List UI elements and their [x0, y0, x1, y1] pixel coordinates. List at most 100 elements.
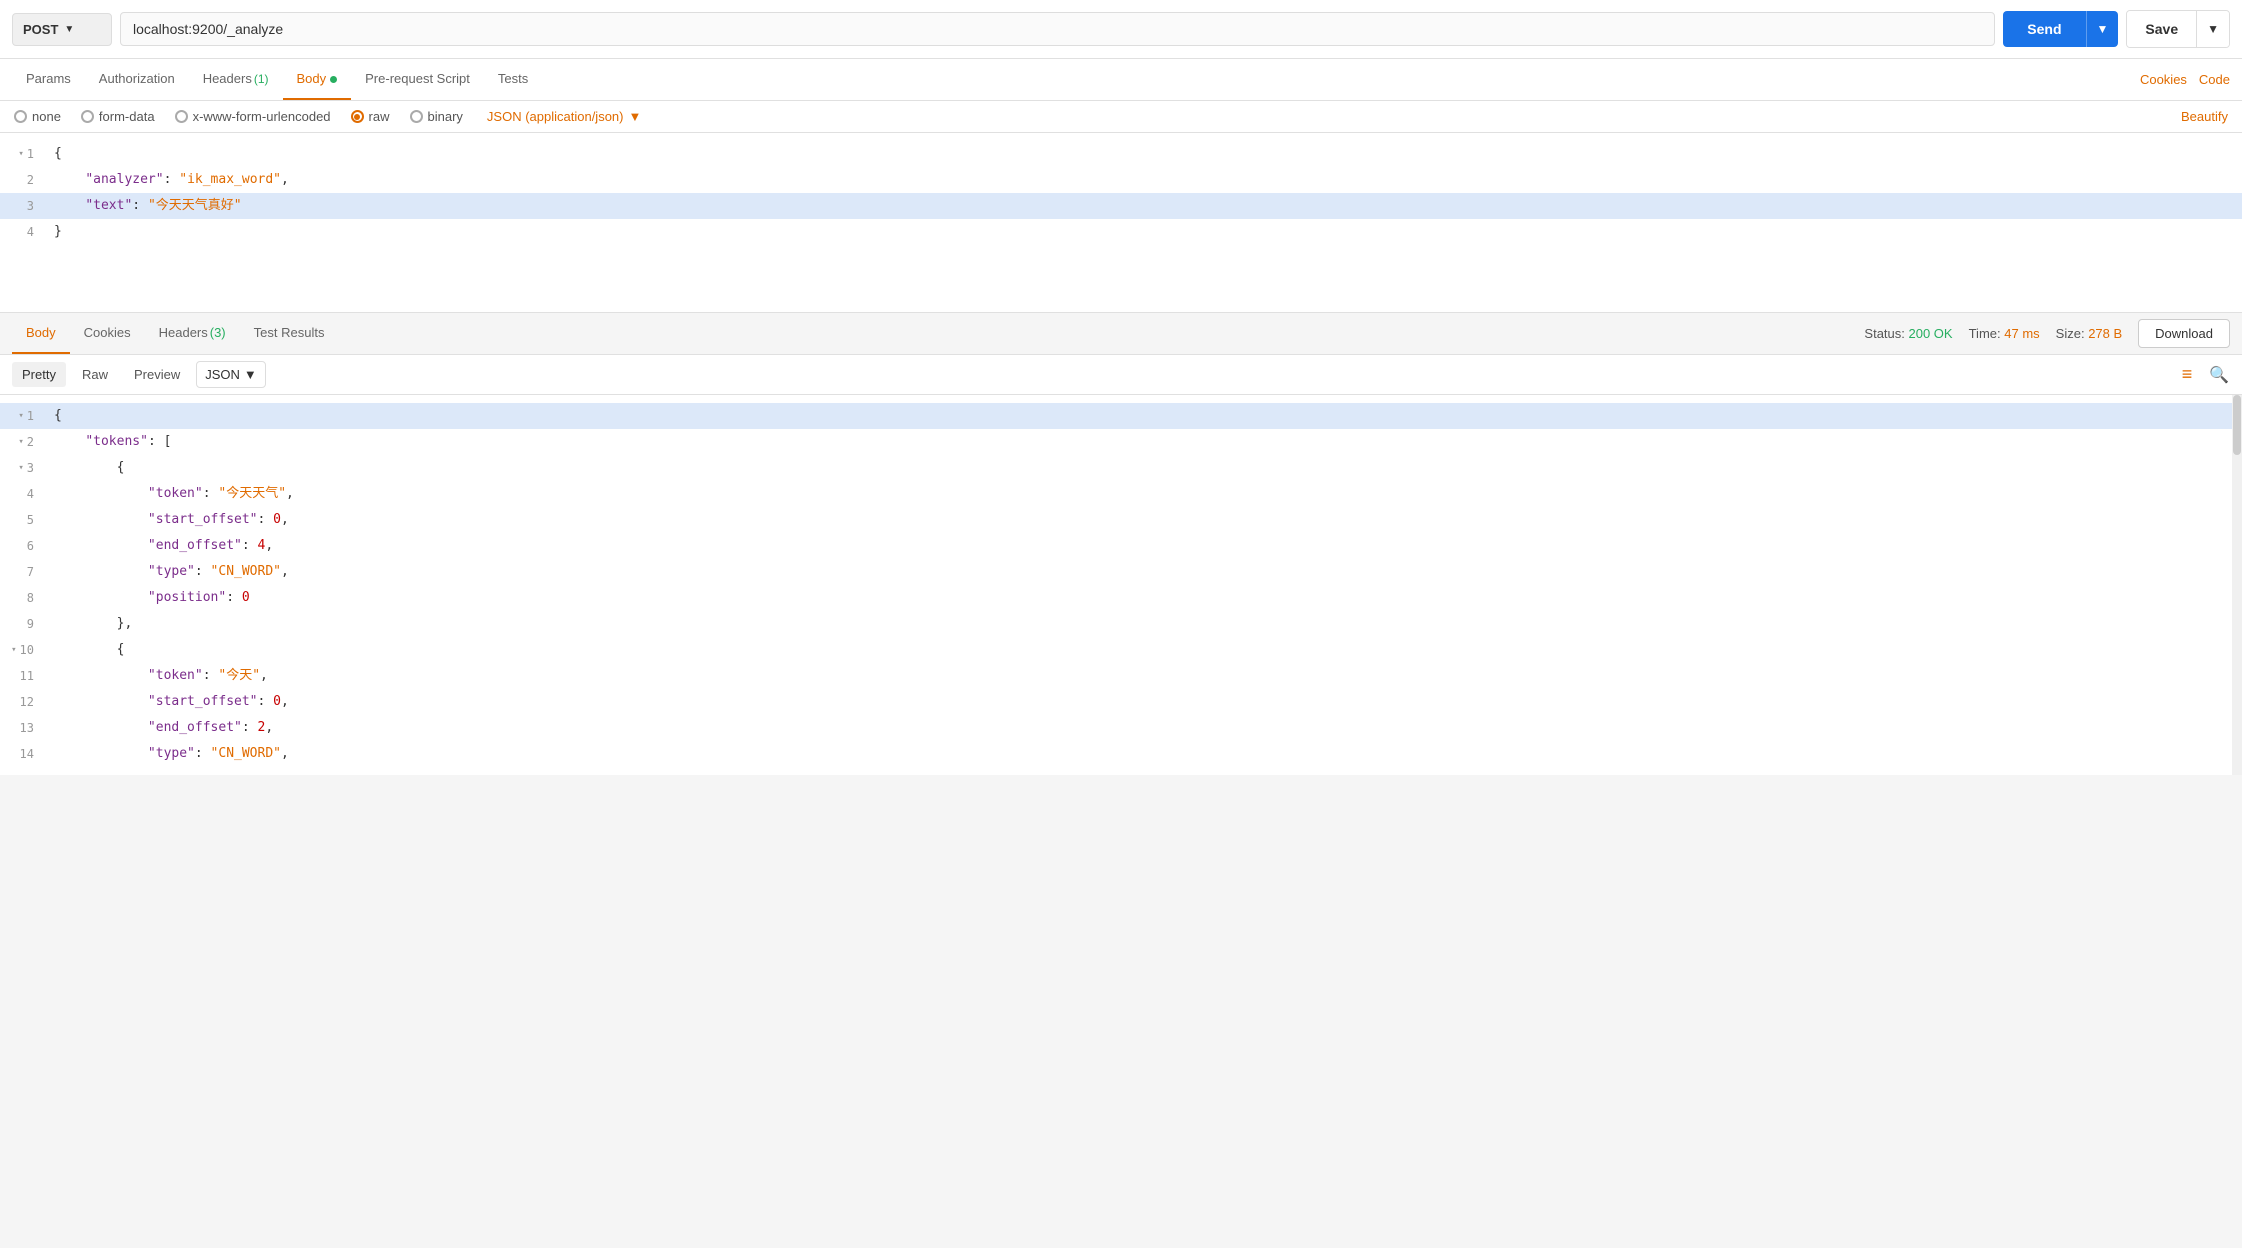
resp-line-1: ▾ 1 { [0, 403, 2242, 429]
size-label: Size: 278 B [2056, 326, 2123, 341]
url-input[interactable] [120, 12, 1995, 46]
req-line-4: 4 } [0, 219, 2242, 245]
resp-line-7: 7 "type": "CN_WORD", [0, 559, 2242, 585]
resp-linenum-8: 8 [0, 587, 50, 609]
req-line-3: 3 "text": "今天天气真好" [0, 193, 2242, 219]
resp-line-10: ▾ 10 { [0, 637, 2242, 663]
option-binary[interactable]: binary [410, 109, 463, 124]
time-value: 47 ms [2004, 326, 2039, 341]
response-scrollbar[interactable] [2232, 395, 2242, 775]
size-value: 278 B [2088, 326, 2122, 341]
code-link[interactable]: Code [2199, 72, 2230, 87]
req-line-2: 2 "analyzer": "ik_max_word", [0, 167, 2242, 193]
resp-line-9: 9 }, [0, 611, 2242, 637]
status-value: 200 OK [1909, 326, 1953, 341]
radio-form-data [81, 110, 94, 123]
resp-linenum-4: 4 [0, 483, 50, 505]
resp-tab-headers[interactable]: Headers(3) [145, 313, 240, 354]
resp-tab-body[interactable]: Body [12, 313, 70, 354]
radio-raw [351, 110, 364, 123]
resp-line-12: 12 "start_offset": 0, [0, 689, 2242, 715]
request-bar: POST ▼ Send ▼ Save ▼ [0, 0, 2242, 59]
req-toggle-1[interactable]: ▾ [18, 143, 23, 165]
resp-tab-cookies[interactable]: Cookies [70, 313, 145, 354]
option-form-data[interactable]: form-data [81, 109, 155, 124]
format-chevron-icon: ▼ [628, 109, 641, 124]
resp-toggle-10[interactable]: ▾ [11, 639, 16, 661]
resp-line-11: 11 "token": "今天", [0, 663, 2242, 689]
method-select[interactable]: POST ▼ [12, 13, 112, 46]
beautify-button[interactable]: Beautify [2181, 109, 2228, 124]
resp-linenum-12: 12 [0, 691, 50, 713]
req-linenum-1: ▾ 1 [0, 143, 50, 165]
option-none[interactable]: none [14, 109, 61, 124]
resp-line-6: 6 "end_offset": 4, [0, 533, 2242, 559]
resp-linenum-11: 11 [0, 665, 50, 687]
resp-linenum-2: ▾ 2 [0, 431, 50, 453]
download-button[interactable]: Download [2138, 319, 2230, 348]
resp-line-14: 14 "type": "CN_WORD", [0, 741, 2242, 767]
search-icon[interactable]: 🔍 [2208, 364, 2230, 386]
send-button[interactable]: Send [2003, 11, 2085, 47]
resp-tab-test-results[interactable]: Test Results [240, 313, 339, 354]
radio-binary [410, 110, 423, 123]
resp-linenum-3: ▾ 3 [0, 457, 50, 479]
cookies-link[interactable]: Cookies [2140, 72, 2187, 87]
response-tabs-bar: Body Cookies Headers(3) Test Results Sta… [0, 313, 2242, 355]
save-dropdown-button[interactable]: ▼ [2196, 11, 2229, 47]
method-label: POST [23, 22, 58, 37]
response-format-icons: ≡ 🔍 [2176, 364, 2230, 386]
resp-linenum-10: ▾ 10 [0, 639, 50, 661]
resp-view-preview[interactable]: Preview [124, 362, 190, 387]
resp-view-pretty[interactable]: Pretty [12, 362, 66, 387]
option-urlencoded-label: x-www-form-urlencoded [193, 109, 331, 124]
option-binary-label: binary [428, 109, 463, 124]
format-label: JSON (application/json) [487, 109, 624, 124]
resp-format-label: JSON [205, 367, 240, 382]
resp-linenum-5: 5 [0, 509, 50, 531]
request-body-editor[interactable]: ▾ 1 { 2 "analyzer": "ik_max_word", 3 "te… [0, 133, 2242, 313]
tab-pre-request[interactable]: Pre-request Script [351, 59, 484, 100]
resp-view-raw[interactable]: Raw [72, 362, 118, 387]
response-format-bar: Pretty Raw Preview JSON ▼ ≡ 🔍 [0, 355, 2242, 395]
resp-linenum-13: 13 [0, 717, 50, 739]
response-meta: Status: 200 OK Time: 47 ms Size: 278 B D… [1864, 319, 2230, 348]
resp-toggle-3[interactable]: ▾ [18, 457, 23, 479]
resp-line-3: ▾ 3 { [0, 455, 2242, 481]
format-select[interactable]: JSON (application/json) ▼ [487, 109, 641, 124]
resp-line-5: 5 "start_offset": 0, [0, 507, 2242, 533]
req-linenum-2: 2 [0, 169, 50, 191]
tab-headers[interactable]: Headers(1) [189, 59, 283, 100]
method-chevron-icon: ▼ [64, 24, 74, 35]
status-label: Status: 200 OK [1864, 326, 1952, 341]
response-body-editor[interactable]: ▾ 1 { ▾ 2 "tokens": [ ▾ 3 { 4 "token": "… [0, 395, 2242, 775]
save-button[interactable]: Save [2127, 11, 2196, 47]
req-line-1: ▾ 1 { [0, 141, 2242, 167]
resp-line-4: 4 "token": "今天天气", [0, 481, 2242, 507]
option-raw[interactable]: raw [351, 109, 390, 124]
body-dot [330, 76, 337, 83]
resp-toggle-2[interactable]: ▾ [18, 431, 23, 453]
tab-tests[interactable]: Tests [484, 59, 542, 100]
resp-line-8: 8 "position": 0 [0, 585, 2242, 611]
tab-params[interactable]: Params [12, 59, 85, 100]
option-form-data-label: form-data [99, 109, 155, 124]
req-linenum-4: 4 [0, 221, 50, 243]
req-linenum-3: 3 [0, 195, 50, 217]
request-tabs-right: Cookies Code [2140, 72, 2230, 87]
resp-linenum-6: 6 [0, 535, 50, 557]
resp-linenum-9: 9 [0, 613, 50, 635]
send-dropdown-button[interactable]: ▼ [2086, 11, 2119, 47]
time-label: Time: 47 ms [1969, 326, 2040, 341]
tab-body[interactable]: Body [283, 59, 352, 100]
resp-linenum-7: 7 [0, 561, 50, 583]
word-wrap-icon[interactable]: ≡ [2176, 364, 2198, 386]
save-button-group: Save ▼ [2126, 10, 2230, 48]
option-urlencoded[interactable]: x-www-form-urlencoded [175, 109, 331, 124]
resp-toggle-1[interactable]: ▾ [18, 405, 23, 427]
tab-authorization[interactable]: Authorization [85, 59, 189, 100]
request-tabs: Params Authorization Headers(1) Body Pre… [0, 59, 2242, 101]
option-raw-label: raw [369, 109, 390, 124]
resp-linenum-1: ▾ 1 [0, 405, 50, 427]
response-format-select[interactable]: JSON ▼ [196, 361, 266, 388]
